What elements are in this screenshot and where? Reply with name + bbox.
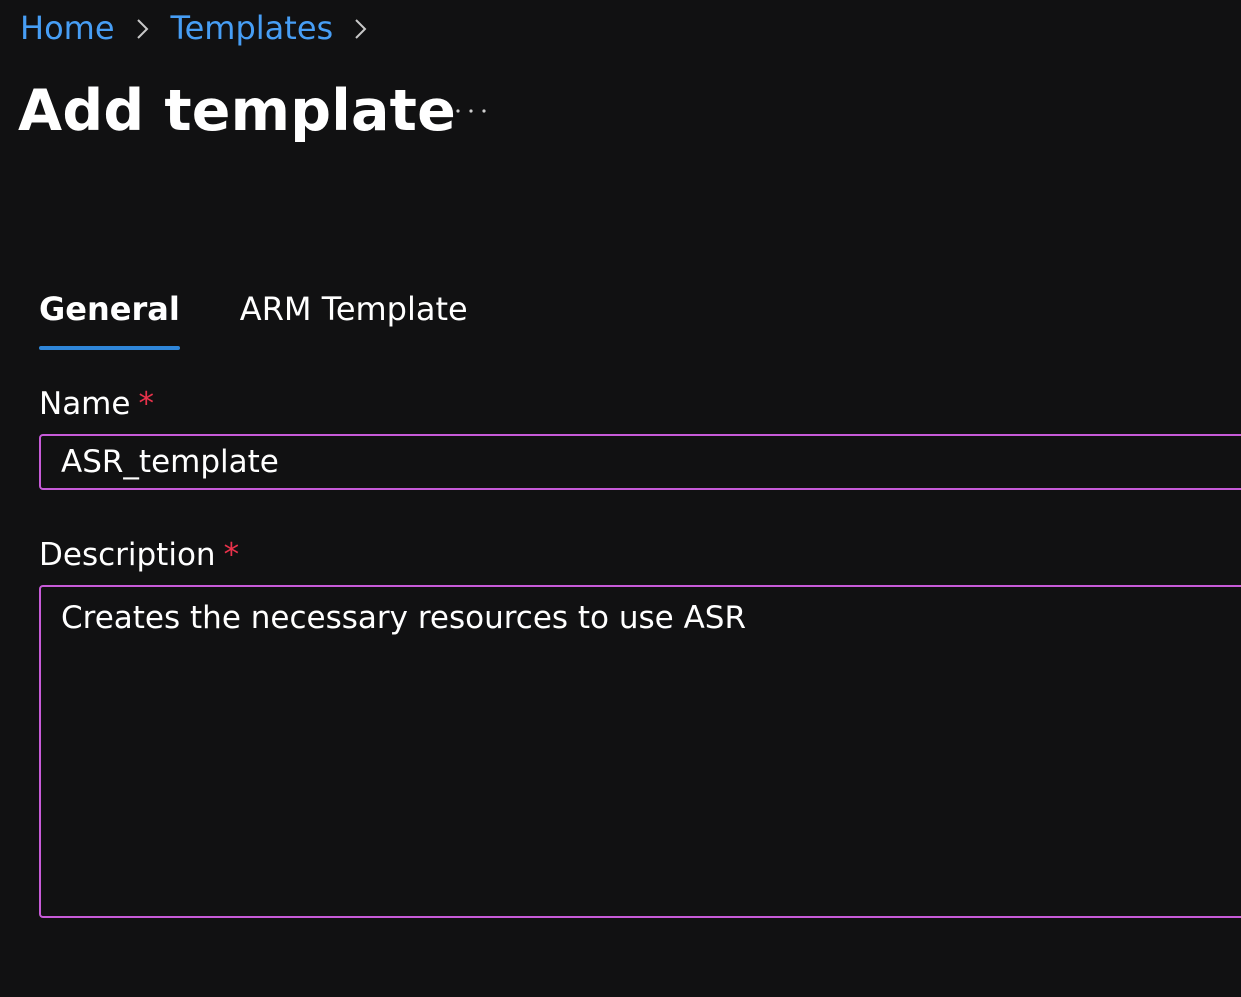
description-field-label: Description * [39,535,239,575]
breadcrumb: Home Templates [20,8,389,48]
more-options-button[interactable] [436,88,506,134]
description-textarea[interactable]: Creates the necessary resources to use A… [39,585,1241,918]
required-marker: * [138,386,154,422]
tab-list: General ARM Template [39,284,528,352]
page: Home Templates Add template General ARM … [0,0,1241,997]
page-title: Add template [18,78,456,144]
name-field-label: Name * [39,384,154,424]
required-marker: * [223,537,240,573]
tab-general[interactable]: General [39,284,180,352]
chevron-right-icon [333,8,389,48]
chevron-right-icon [115,8,171,48]
breadcrumb-home-link[interactable]: Home [20,8,115,48]
tab-arm-template[interactable]: ARM Template [240,284,468,352]
name-input[interactable]: ASR_template [39,434,1241,490]
breadcrumb-templates-link[interactable]: Templates [171,8,334,48]
ellipsis-icon [456,109,486,113]
description-label-text: Description [39,537,216,573]
title-row: Add template [18,74,456,148]
name-label-text: Name [39,386,131,422]
